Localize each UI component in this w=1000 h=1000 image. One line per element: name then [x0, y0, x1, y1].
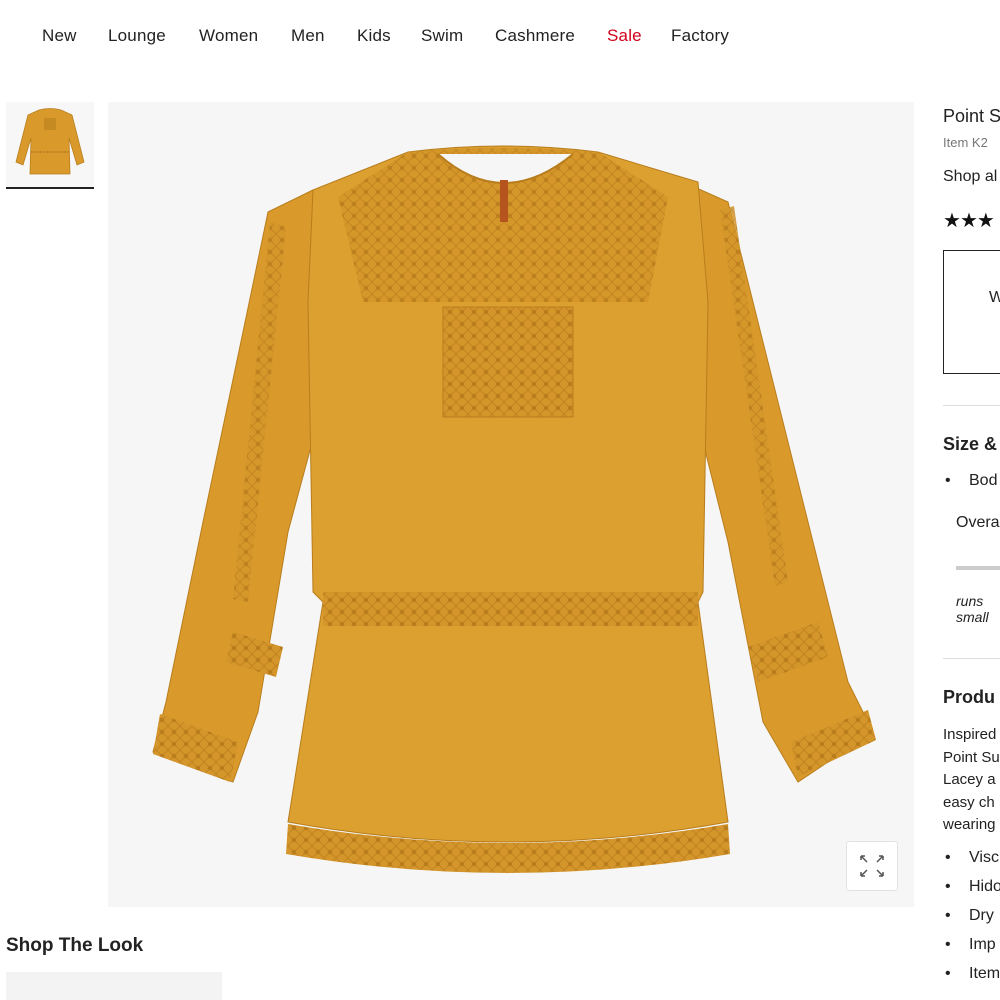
star-icon: ★ — [976, 210, 995, 232]
blouse-image — [152, 145, 876, 873]
divider — [943, 658, 1000, 659]
description-line: wearing — [943, 816, 996, 833]
description-line: Inspired — [943, 726, 997, 743]
shop-the-look-heading: Shop The Look — [6, 935, 144, 956]
size-bullet: Bod — [969, 472, 998, 489]
star-icon: ★ — [943, 210, 961, 232]
detail-bullet: Visc — [969, 849, 999, 866]
fit-scale-bar — [956, 566, 1000, 570]
divider — [943, 405, 1000, 406]
product-details-panel: Point S Item K2 Shop al ★★★ W Size & • B… — [943, 0, 1000, 1000]
thumbnail-selected-indicator — [6, 187, 94, 189]
bullet-icon: • — [945, 849, 951, 866]
bullet-icon: • — [945, 965, 951, 982]
detail-bullet: Hido — [969, 878, 1000, 895]
top-nav: New Lounge Women Men Kids Swim Cashmere … — [0, 0, 1000, 72]
bullet-icon: • — [945, 907, 951, 924]
item-number: Item K2 — [943, 135, 988, 150]
nav-item-lounge[interactable]: Lounge — [108, 26, 166, 46]
product-name: Point S — [943, 106, 1000, 126]
detail-bullet: Dry — [969, 907, 994, 924]
nav-item-women[interactable]: Women — [199, 26, 258, 46]
nav-item-kids[interactable]: Kids — [357, 26, 391, 46]
description-line: easy ch — [943, 793, 995, 811]
star-icon: ★ — [959, 210, 978, 232]
nav-item-men[interactable]: Men — [291, 26, 325, 46]
expand-icon — [860, 855, 884, 877]
product-description: Inspired Point Su Lacey a easy ch wearin… — [943, 724, 1000, 837]
blouse-thumbnail-image — [15, 108, 85, 175]
product-details-heading[interactable]: Produ — [943, 687, 995, 708]
promo-box[interactable]: W — [943, 250, 1000, 374]
detail-bullet: Imp — [969, 936, 996, 953]
nav-item-cashmere[interactable]: Cashmere — [495, 26, 575, 46]
rating-stars[interactable]: ★★★ — [943, 208, 995, 233]
nav-item-sale[interactable]: Sale — [607, 26, 642, 46]
bullet-icon: • — [945, 936, 951, 953]
bullet-icon: • — [945, 878, 951, 895]
promo-text: W — [989, 289, 1000, 306]
main-product-image[interactable] — [108, 102, 914, 907]
description-line: Lacey a — [943, 771, 996, 788]
fit-runs-small-label: runs small — [956, 593, 989, 625]
overall-fit-label: Overa — [956, 514, 1000, 531]
shop-all-link[interactable]: Shop al — [943, 168, 997, 186]
expand-image-button[interactable] — [846, 841, 898, 891]
bullet-icon: • — [945, 472, 951, 489]
fit-label-line1: runs — [956, 593, 984, 609]
nav-item-new[interactable]: New — [42, 26, 77, 46]
description-line: Point Su — [943, 748, 1000, 766]
nav-item-factory[interactable]: Factory — [671, 26, 729, 46]
size-fit-heading[interactable]: Size & — [943, 434, 997, 455]
nav-item-swim[interactable]: Swim — [421, 26, 463, 46]
fit-label-line2: small — [956, 609, 989, 625]
product-thumbnail[interactable] — [6, 102, 94, 188]
shop-the-look-card[interactable] — [6, 972, 222, 1000]
detail-bullet: Item — [969, 965, 1000, 982]
